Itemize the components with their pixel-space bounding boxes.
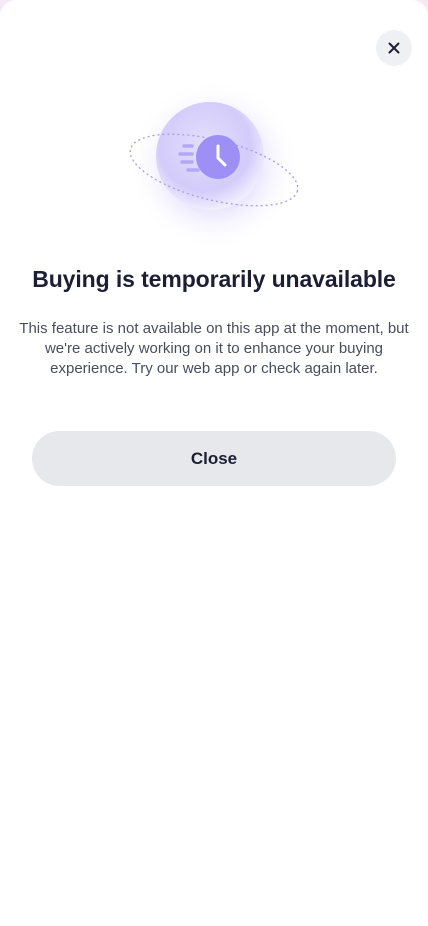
modal-title: Buying is temporarily unavailable: [32, 266, 396, 292]
clock-illustration: [129, 80, 299, 250]
bottom-sheet-modal: Buying is temporarily unavailable This f…: [0, 0, 428, 926]
close-button[interactable]: Close: [32, 431, 396, 486]
close-icon: [388, 42, 400, 54]
modal-message: This feature is not available on this ap…: [19, 320, 409, 377]
close-icon-button[interactable]: [376, 30, 412, 66]
